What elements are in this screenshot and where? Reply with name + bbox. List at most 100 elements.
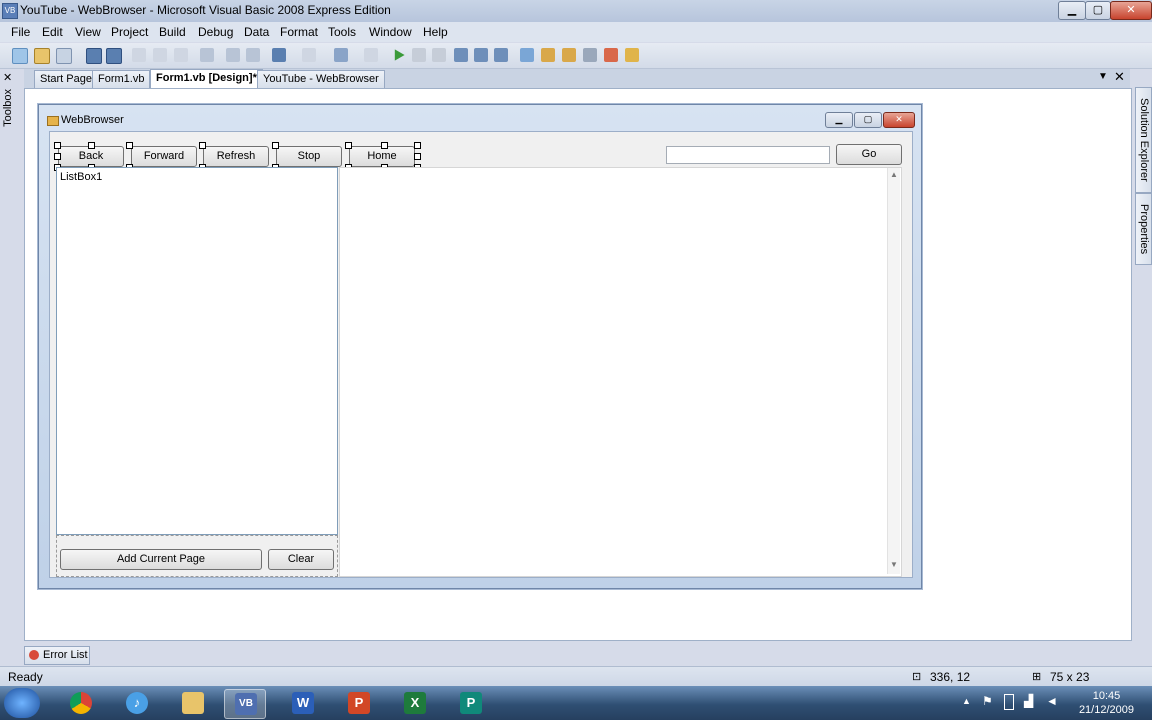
show-hidden-icons-icon[interactable]: ▲ bbox=[962, 696, 971, 706]
itunes-taskbar-button[interactable]: ♪ bbox=[116, 689, 156, 717]
scroll-up-icon[interactable]: ▲ bbox=[890, 170, 898, 179]
start-debugging-icon[interactable] bbox=[394, 49, 405, 61]
navigate-icon[interactable] bbox=[334, 48, 348, 62]
menu-file[interactable]: File bbox=[11, 25, 30, 39]
paste-icon[interactable] bbox=[174, 48, 188, 62]
menu-help[interactable]: Help bbox=[423, 25, 448, 39]
menu-window[interactable]: Window bbox=[369, 25, 412, 39]
undo-icon[interactable] bbox=[272, 48, 286, 62]
explorer-taskbar-button[interactable] bbox=[172, 689, 212, 717]
browser-scrollbar[interactable]: ▲ ▼ bbox=[887, 168, 900, 574]
navigate-forward-icon[interactable] bbox=[364, 48, 378, 62]
form-client-area: Back Forward Refresh Stop Home Go ListBo… bbox=[49, 131, 913, 578]
toolbox-icon[interactable] bbox=[583, 48, 597, 62]
go-button[interactable]: Go bbox=[836, 144, 902, 165]
position-icon: ⊡ bbox=[912, 671, 922, 683]
close-button[interactable]: ✕ bbox=[1110, 1, 1152, 20]
solution-explorer-icon[interactable] bbox=[520, 48, 534, 62]
start-page-icon[interactable] bbox=[625, 48, 639, 62]
selection-handle[interactable] bbox=[345, 142, 352, 149]
new-project-icon[interactable] bbox=[12, 48, 28, 64]
form-minimize-button[interactable]: ▁ bbox=[825, 112, 853, 128]
tab-form1-code[interactable]: Form1.vb bbox=[92, 70, 151, 88]
favorites-listbox[interactable]: ListBox1 bbox=[56, 167, 338, 535]
network-icon[interactable]: ▟ bbox=[1024, 694, 1033, 708]
clear-button[interactable]: Clear bbox=[268, 549, 334, 570]
url-textbox[interactable] bbox=[666, 146, 830, 164]
stop-button[interactable]: Stop bbox=[276, 146, 342, 167]
selection-handle[interactable] bbox=[54, 153, 61, 160]
tab-start-page[interactable]: Start Page bbox=[34, 70, 98, 88]
cut-icon[interactable] bbox=[132, 48, 146, 62]
step-into-icon[interactable] bbox=[454, 48, 468, 62]
refresh-button[interactable]: Refresh bbox=[203, 146, 269, 167]
battery-icon[interactable] bbox=[1004, 694, 1014, 710]
error-list-icon[interactable] bbox=[604, 48, 618, 62]
menu-view[interactable]: View bbox=[75, 25, 101, 39]
system-clock[interactable]: 10:45 21/12/2009 bbox=[1079, 689, 1134, 717]
minimize-button[interactable]: ▁ bbox=[1058, 1, 1086, 20]
folder-icon bbox=[182, 692, 204, 714]
save-all-icon[interactable] bbox=[106, 48, 122, 64]
menu-data[interactable]: Data bbox=[244, 25, 269, 39]
forward-button[interactable]: Forward bbox=[131, 146, 197, 167]
tab-dropdown-icon[interactable]: ▼ bbox=[1098, 71, 1108, 82]
standard-toolbar bbox=[0, 43, 1152, 69]
copy-icon[interactable] bbox=[153, 48, 167, 62]
menu-edit[interactable]: Edit bbox=[42, 25, 63, 39]
open-folder-icon[interactable] bbox=[34, 48, 50, 64]
webbrowser-control[interactable]: ▲ ▼ bbox=[339, 167, 902, 577]
scroll-down-icon[interactable]: ▼ bbox=[890, 560, 898, 569]
uncomment-icon[interactable] bbox=[246, 48, 260, 62]
chrome-taskbar-button[interactable] bbox=[60, 689, 100, 717]
title-bar: VB YouTube - WebBrowser - Microsoft Visu… bbox=[0, 0, 1152, 23]
menu-tools[interactable]: Tools bbox=[328, 25, 356, 39]
properties-tab[interactable]: Properties bbox=[1135, 193, 1152, 265]
menu-debug[interactable]: Debug bbox=[198, 25, 233, 39]
add-item-icon[interactable] bbox=[56, 48, 72, 64]
toolbox-tab[interactable]: Toolbox bbox=[2, 89, 14, 127]
pause-icon[interactable] bbox=[412, 48, 426, 62]
selection-handle[interactable] bbox=[381, 142, 388, 149]
volume-icon[interactable]: ◄ bbox=[1046, 694, 1058, 708]
excel-taskbar-button[interactable]: X bbox=[394, 689, 434, 717]
form-maximize-button[interactable]: ▢ bbox=[854, 112, 882, 128]
error-list-tab[interactable]: Error List bbox=[24, 646, 90, 665]
selection-handle[interactable] bbox=[272, 142, 279, 149]
selection-handle[interactable] bbox=[126, 142, 133, 149]
document-tab-strip: Start Page Form1.vb Form1.vb [Design]* Y… bbox=[24, 69, 1130, 89]
selection-handle[interactable] bbox=[414, 153, 421, 160]
webbrowser-form[interactable]: WebBrowser ▁ ▢ ✕ Back Forward Refresh St… bbox=[38, 104, 922, 589]
menu-format[interactable]: Format bbox=[280, 25, 318, 39]
step-out-icon[interactable] bbox=[494, 48, 508, 62]
solution-explorer-tab[interactable]: Solution Explorer bbox=[1135, 87, 1152, 193]
selection-handle[interactable] bbox=[414, 142, 421, 149]
save-icon[interactable] bbox=[86, 48, 102, 64]
selection-handle[interactable] bbox=[199, 142, 206, 149]
step-over-icon[interactable] bbox=[474, 48, 488, 62]
redo-icon[interactable] bbox=[302, 48, 316, 62]
word-taskbar-button[interactable]: W bbox=[282, 689, 322, 717]
add-current-page-button[interactable]: Add Current Page bbox=[60, 549, 262, 570]
tab-youtube-webbrowser[interactable]: YouTube - WebBrowser bbox=[257, 70, 385, 88]
selection-handle[interactable] bbox=[88, 142, 95, 149]
window-title: YouTube - WebBrowser - Microsoft Visual … bbox=[20, 3, 391, 17]
action-center-flag-icon[interactable]: ⚑ bbox=[982, 694, 993, 708]
comment-icon[interactable] bbox=[226, 48, 240, 62]
publisher-taskbar-button[interactable]: P bbox=[450, 689, 490, 717]
find-icon[interactable] bbox=[200, 48, 214, 62]
object-browser-icon[interactable] bbox=[562, 48, 576, 62]
windows-start-button[interactable] bbox=[4, 688, 40, 718]
properties-icon[interactable] bbox=[541, 48, 555, 62]
menu-build[interactable]: Build bbox=[159, 25, 186, 39]
stop-icon[interactable] bbox=[432, 48, 446, 62]
maximize-button[interactable]: ▢ bbox=[1085, 1, 1111, 20]
menu-project[interactable]: Project bbox=[111, 25, 148, 39]
form-close-button[interactable]: ✕ bbox=[883, 112, 915, 128]
toolbox-pin-icon[interactable]: ✕ bbox=[3, 71, 12, 84]
tab-form1-design[interactable]: Form1.vb [Design]* bbox=[150, 69, 263, 89]
powerpoint-taskbar-button[interactable]: P bbox=[338, 689, 378, 717]
close-document-icon[interactable]: ✕ bbox=[1114, 69, 1125, 85]
selection-handle[interactable] bbox=[54, 142, 61, 149]
visual-basic-taskbar-button[interactable]: VB bbox=[224, 689, 266, 719]
